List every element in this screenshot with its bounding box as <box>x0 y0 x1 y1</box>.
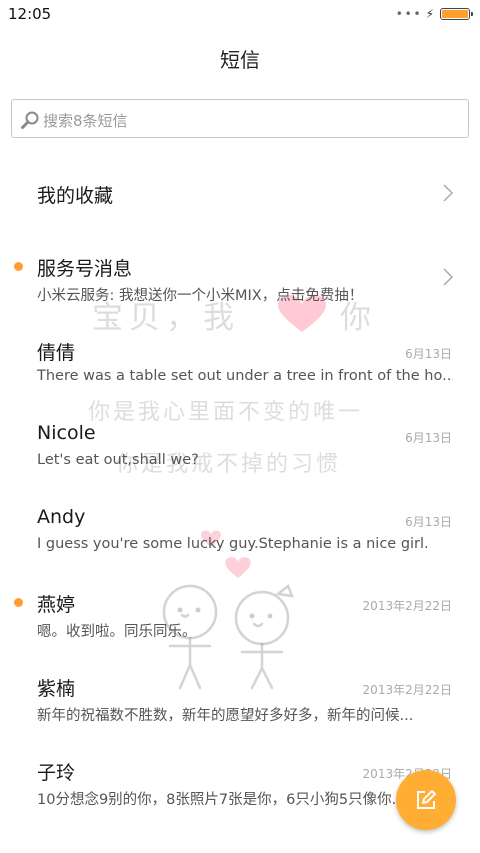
list-item-conversation[interactable]: 紫楠 2013年2月22日 新年的祝福数不胜数，新年的愿望好多好多，新年的问候.… <box>0 654 480 738</box>
compose-button[interactable] <box>396 770 456 830</box>
item-date: 2013年2月22日 <box>362 683 452 697</box>
charging-icon: ⚡ <box>425 7 434 21</box>
item-title: 我的收藏 <box>37 185 114 207</box>
item-title: Andy <box>37 506 86 528</box>
item-title: 子玲 <box>37 762 76 784</box>
list-item-favorites[interactable]: 我的收藏 <box>0 150 480 234</box>
unread-dot <box>14 598 23 607</box>
item-title: 紫楠 <box>37 678 76 700</box>
item-title: 服务号消息 <box>37 258 133 280</box>
search-input[interactable]: 搜索8条短信 <box>11 99 469 138</box>
chevron-right-icon <box>443 184 454 202</box>
search-icon <box>21 111 39 129</box>
status-time: 12:05 <box>8 5 52 23</box>
item-subtitle: There was a table set out under a tree i… <box>37 368 453 384</box>
battery-fill <box>442 10 468 18</box>
item-subtitle: Let's eat out,shall we? <box>37 452 199 468</box>
item-title: Nicole <box>37 422 96 444</box>
item-subtitle: I guess you're some lucky guy.Stephanie … <box>37 536 429 552</box>
item-date: 6月13日 <box>405 347 452 361</box>
list-item-service[interactable]: 服务号消息 小米云服务: 我想送你一个小米MIX，点击免费抽！ <box>0 234 480 318</box>
item-subtitle: 小米云服务: 我想送你一个小米MIX，点击免费抽！ <box>37 288 364 304</box>
item-subtitle: 嗯。收到啦。同乐同乐。 <box>37 624 197 640</box>
status-icons: • • • ⚡ <box>395 7 473 21</box>
status-bar: 12:05 • • • ⚡ <box>0 0 480 30</box>
item-subtitle: 新年的祝福数不胜数，新年的愿望好多好多，新年的问候... <box>37 708 414 724</box>
compose-icon <box>417 790 436 809</box>
item-date: 6月13日 <box>405 431 452 445</box>
item-date: 2013年2月22日 <box>362 599 452 613</box>
item-subtitle: 10分想念9别的你，8张照片7张是你，6只小狗5只像你... <box>37 792 406 808</box>
list-item-conversation[interactable]: Nicole 6月13日 Let's eat out,shall we? <box>0 402 480 486</box>
list-item-conversation[interactable]: 倩倩 6月13日 There was a table set out under… <box>0 318 480 402</box>
battery-icon <box>440 8 473 20</box>
unread-dot <box>14 262 23 271</box>
list-item-conversation[interactable]: Andy 6月13日 I guess you're some lucky guy… <box>0 486 480 570</box>
more-dots-icon: • • • <box>395 7 421 21</box>
list-item-conversation[interactable]: 燕婷 2013年2月22日 嗯。收到啦。同乐同乐。 <box>0 570 480 654</box>
chevron-right-icon <box>443 268 454 286</box>
item-title: 倩倩 <box>37 342 76 364</box>
item-date: 6月13日 <box>405 515 452 529</box>
item-title: 燕婷 <box>37 594 76 616</box>
search-placeholder: 搜索8条短信 <box>43 112 128 130</box>
page-title: 短信 <box>220 48 260 72</box>
